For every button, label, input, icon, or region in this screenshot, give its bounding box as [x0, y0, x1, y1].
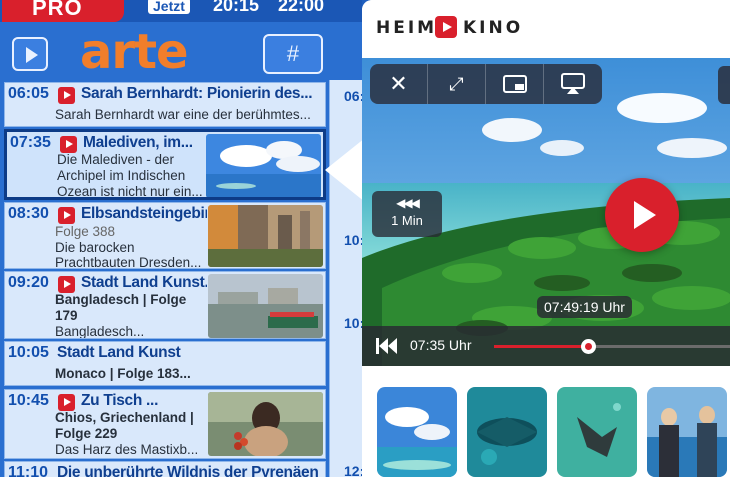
- program-time: 10:05: [8, 344, 49, 361]
- next-time: 06:: [344, 88, 362, 104]
- program-title: Die unberührte Wildnis der Pyrenäen: [57, 464, 319, 477]
- more-options-button[interactable]: [718, 66, 730, 104]
- gallery-thumbnail[interactable]: [377, 387, 457, 477]
- rewind-icon: ◀◀◀: [396, 196, 420, 210]
- player-control-bar: ✕ ⤢: [370, 64, 602, 104]
- program-description-line: Ozean ist nicht nur ein...: [57, 184, 203, 199]
- next-time: 10:: [344, 232, 362, 248]
- program-title: Zu Tisch ...: [81, 392, 159, 409]
- next-time: 10:: [344, 315, 362, 331]
- gallery-thumbnail[interactable]: [647, 387, 727, 477]
- brand-left: HEIM: [376, 18, 438, 38]
- gallery-thumbnail[interactable]: [557, 387, 637, 477]
- next-time: 12:: [344, 463, 362, 477]
- program-time: 06:05: [8, 85, 49, 102]
- scrub-knob[interactable]: [581, 339, 597, 354]
- fullscreen-icon[interactable]: ⤢: [428, 64, 486, 104]
- scrub-fill: [494, 345, 589, 348]
- program-row-selected[interactable]: 07:35 Malediven, im... Die Malediven - d…: [4, 129, 326, 200]
- program-description-line: Archipel im Indischen: [57, 168, 186, 183]
- video-frame[interactable]: ✕ ⤢ ◀◀◀ 1 Min 07:49:19 Uhr 07:35 Uhr: [362, 58, 730, 366]
- program-time: 08:30: [8, 205, 49, 222]
- gallery-thumbnail[interactable]: [467, 387, 547, 477]
- player-header: HEIM KINO: [362, 0, 730, 58]
- picture-in-picture-icon[interactable]: [486, 64, 544, 104]
- program-thumbnail: [208, 205, 323, 267]
- program-thumbnail: [208, 392, 323, 456]
- channel-logo[interactable]: arte: [80, 28, 189, 76]
- program-subtitle-line: Bangladesch | Folge: [55, 292, 187, 307]
- program-title: Elbsandsteingebirge -...: [81, 205, 207, 222]
- program-row[interactable]: 08:30 Elbsandsteingebirge -... Folge 388…: [4, 202, 326, 269]
- program-thumbnail: [206, 134, 321, 197]
- program-row[interactable]: 11:10 Die unberührte Wildnis der Pyrenäe…: [4, 461, 326, 477]
- play-icon[interactable]: [58, 207, 75, 224]
- scrub-time-bubble: 07:49:19 Uhr: [537, 296, 632, 318]
- program-description-line: Die Malediven - der: [57, 152, 175, 167]
- channel-number-button[interactable]: #: [263, 34, 323, 74]
- jump-to-start-icon[interactable]: [376, 337, 398, 355]
- program-subtitle-line: Folge 229: [55, 426, 118, 441]
- program-description: Bangladesch...: [55, 324, 145, 339]
- program-title: Sarah Bernhardt: Pionierin des...: [81, 85, 313, 102]
- close-icon[interactable]: ✕: [370, 64, 428, 104]
- program-title: Stadt Land Kunst...: [81, 274, 207, 291]
- heimkino-logo-icon: [435, 16, 457, 38]
- program-time: 09:20: [8, 274, 49, 291]
- play-live-button[interactable]: [12, 37, 48, 71]
- program-subtitle: Monaco | Folge 183...: [55, 366, 191, 381]
- program-time: 10:45: [8, 392, 49, 409]
- program-description: Das Harz des Mastixb...: [55, 442, 199, 457]
- player-popover: HEIM KINO ✕ ⤢ ◀◀◀ 1 Min 07:49:19 Uhr 07:…: [362, 0, 730, 477]
- program-time: 11:10: [8, 464, 49, 477]
- skip-back-button[interactable]: ◀◀◀ 1 Min: [372, 191, 442, 237]
- airplay-icon[interactable]: [544, 64, 602, 104]
- time-now[interactable]: 20:15: [213, 0, 259, 16]
- play-button[interactable]: [605, 178, 679, 252]
- program-row[interactable]: 09:20 Stadt Land Kunst... Bangladesch | …: [4, 271, 326, 339]
- program-time: 07:35: [10, 134, 51, 151]
- program-description: Sarah Bernhardt war eine der berühmtes..…: [55, 107, 311, 122]
- start-time: 07:35 Uhr: [410, 337, 472, 353]
- program-thumbnail: [208, 274, 323, 338]
- program-description-line: Prachtbauten Dresden...: [55, 255, 202, 269]
- popover-caret: [325, 138, 365, 202]
- scrubber-bar: 07:35 Uhr: [362, 326, 730, 366]
- program-subtitle-line: Chios, Griechenland |: [55, 410, 194, 425]
- play-icon[interactable]: [58, 87, 75, 104]
- program-title: Stadt Land Kunst: [57, 344, 181, 361]
- program-row[interactable]: 10:05 Stadt Land Kunst Monaco | Folge 18…: [4, 341, 326, 386]
- time-next[interactable]: 22:00: [278, 0, 324, 16]
- program-episode: Folge 388: [55, 224, 116, 239]
- program-subtitle-line: 179: [55, 308, 78, 323]
- guide-top-bar: PRO Jetzt 20:15 22:00: [0, 0, 362, 22]
- brand-right: KINO: [463, 18, 524, 38]
- channel-bar: arte #: [0, 22, 362, 80]
- program-row[interactable]: 10:45 Zu Tisch ... Chios, Griechenland |…: [4, 389, 326, 459]
- pro-badge: PRO: [2, 0, 124, 22]
- related-gallery: [362, 366, 730, 477]
- scrub-track[interactable]: [494, 339, 730, 354]
- now-badge[interactable]: Jetzt: [148, 0, 190, 14]
- program-title: Malediven, im...: [83, 134, 193, 151]
- play-icon: [26, 47, 38, 63]
- tv-guide-panel: PRO Jetzt 20:15 22:00 arte # 06:05 Sarah…: [0, 0, 362, 477]
- program-row[interactable]: 06:05 Sarah Bernhardt: Pionierin des... …: [4, 82, 326, 127]
- skip-back-label: 1 Min: [391, 213, 423, 228]
